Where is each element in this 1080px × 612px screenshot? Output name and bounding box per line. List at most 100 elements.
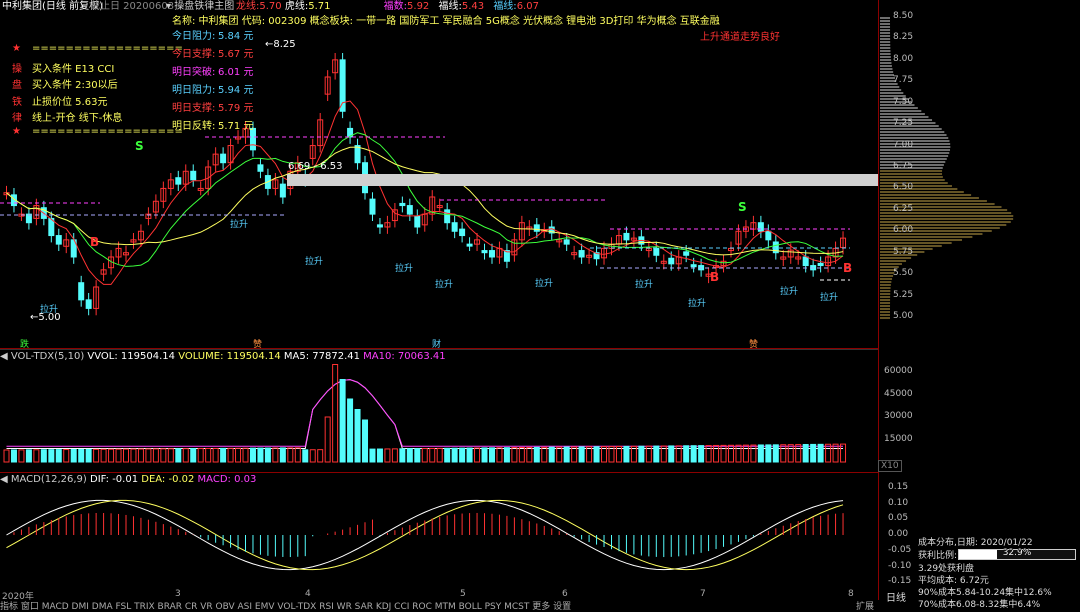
volume-bar: [840, 443, 847, 463]
rule-text: ==================: [32, 125, 183, 137]
price-chart: [0, 52, 878, 571]
candle-body: [765, 230, 772, 241]
volume-bar: [421, 448, 428, 463]
level-value: 5.84 元: [218, 31, 254, 42]
volume-bar: [332, 364, 339, 463]
candle-body: [399, 202, 406, 207]
volume-bar: [787, 444, 794, 463]
volume-bar: [70, 449, 77, 463]
volume-bar: [623, 445, 630, 463]
volume-bar: [130, 448, 137, 463]
candle-body: [578, 250, 585, 258]
collapse-icon[interactable]: ◀: [0, 351, 11, 362]
period-label[interactable]: 日线: [886, 589, 906, 604]
ma-line: [6, 146, 844, 256]
price-tick: 6.00: [893, 225, 914, 236]
profit-bar: 32.9%: [958, 548, 1076, 560]
candle-body: [668, 257, 675, 265]
volume-bar: [810, 443, 817, 463]
candle-body: [369, 198, 376, 215]
volume-bar: [698, 445, 705, 463]
month-label: 4: [305, 589, 311, 599]
signal-marker: S: [135, 139, 144, 153]
level-value: 5.94 元: [218, 85, 254, 96]
candle-body: [488, 250, 495, 258]
collapse-icon[interactable]: ◀: [0, 474, 11, 485]
volume-bar: [735, 444, 742, 463]
rule-text: 止损价位 5.63元: [32, 96, 108, 108]
volume-bar: [362, 419, 369, 463]
volume-bar: [190, 448, 197, 463]
volume-bar: [272, 447, 279, 463]
level-label: 今日支撑:: [172, 49, 216, 60]
volume-bar: [212, 447, 219, 463]
volume-bar: [63, 449, 70, 463]
candle-body: [279, 183, 286, 198]
volume-bar: [152, 448, 159, 463]
price-tick: 6.75: [893, 160, 914, 171]
volume-bar: [825, 443, 832, 463]
macd-tick: -0.15: [888, 576, 912, 587]
month-label: 6: [562, 589, 568, 599]
volume-bar: [123, 448, 130, 463]
candle-body: [85, 299, 92, 309]
level-label: 明日阻力:: [172, 85, 216, 96]
volume-bar: [406, 448, 413, 463]
volume-bar: [93, 448, 100, 463]
rule-tag: 铁: [12, 96, 22, 108]
indicator-tabs[interactable]: 指标 窗口 MACD DMI DMA FSL TRIX BRAR CR VR O…: [0, 599, 571, 612]
signal-marker: S: [738, 200, 747, 214]
volume-bar: [459, 447, 466, 463]
bottom-mark: 跌: [20, 340, 30, 350]
level-label: 明日突破:: [172, 67, 216, 78]
volume-bar: [451, 447, 458, 463]
price-tick: 6.25: [893, 203, 914, 214]
volume-bar: [705, 445, 712, 463]
candle-body: [563, 239, 570, 245]
candle-body: [444, 209, 451, 224]
volume-ma-line: [6, 379, 844, 449]
price-tick: 7.25: [893, 118, 914, 129]
volume-bar: [279, 447, 286, 463]
level-label: 明日反转:: [172, 121, 216, 132]
price-tick: 5.50: [893, 268, 914, 279]
volume-unit: X10: [878, 460, 902, 472]
volume-bar: [10, 449, 17, 463]
volume-bar: [713, 444, 720, 463]
candle-body: [376, 224, 383, 228]
dropdown-icon: ▾: [166, 1, 175, 12]
volume-bar: [503, 447, 510, 463]
price-tick: 5.25: [893, 289, 914, 300]
volume-bar: [287, 447, 294, 463]
volume-bar: [249, 447, 256, 463]
volume-bar: [18, 449, 25, 463]
volume-bar: [548, 446, 555, 463]
rule-tag: ★: [12, 43, 21, 54]
price-tick: 8.25: [893, 32, 914, 43]
candle-body: [466, 243, 473, 247]
volume-bar: [384, 448, 391, 463]
expand-button[interactable]: 扩展: [856, 599, 874, 612]
rule-tag: ★: [12, 125, 21, 137]
volume-bar: [369, 448, 376, 463]
volume-bar: [593, 446, 600, 463]
candle-body: [690, 264, 697, 268]
volume-bar: [466, 447, 473, 463]
candle-body: [190, 170, 197, 181]
signal-marker: 拉升: [635, 280, 654, 290]
indicator-name[interactable]: ▾ 操盘铁律主图: [166, 0, 234, 12]
side-line-4: 70%成本6.08-8.32集中6.4%: [918, 600, 1041, 610]
volume-bar: [653, 445, 660, 463]
volume-bar: [100, 448, 107, 463]
volume-bar: [391, 448, 398, 463]
price-tick: 5.75: [893, 246, 914, 257]
month-label: 8: [848, 589, 854, 599]
volume-bar: [25, 449, 32, 463]
month-label: 5: [460, 589, 466, 599]
volume-bar: [802, 443, 809, 463]
volume-bar: [481, 447, 488, 463]
signal-marker: B: [710, 270, 720, 284]
volume-bar: [496, 447, 503, 463]
volume-bar: [414, 448, 421, 463]
volume-bar: [817, 443, 824, 463]
